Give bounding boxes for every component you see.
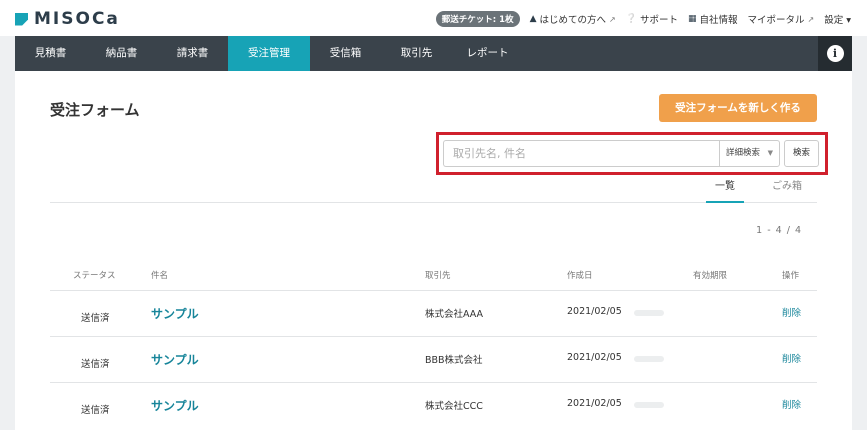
header-expiry: 有効期限 (693, 271, 728, 281)
company-info-link[interactable]: ▦ 自社情報 (688, 12, 738, 26)
delete-link[interactable]: 削除 (782, 305, 801, 319)
my-portal-link[interactable]: マイポータル ↗ (747, 12, 815, 27)
page-title: 受注フォーム (50, 101, 140, 119)
redacted-time (634, 356, 664, 362)
external-link-icon: ↗ (807, 14, 815, 24)
header-status: ステータス (73, 271, 116, 281)
building-icon: ▦ (687, 14, 697, 24)
header-client: 取引先 (425, 271, 451, 281)
tab-trash[interactable]: ごみ箱 (766, 176, 808, 203)
settings-menu[interactable]: 設定 ▾ (824, 12, 851, 26)
nav-reports[interactable]: レポート (452, 36, 523, 71)
detail-search-label: 詳細検索 (726, 148, 761, 158)
subject-link[interactable]: サンプル (151, 351, 199, 368)
info-button[interactable]: i (818, 36, 852, 71)
main-nav: 見積書 納品書 請求書 受注管理 受信箱 取引先 レポート i (15, 36, 852, 71)
pagination-count: 1 - 4 / 4 (756, 225, 802, 236)
settings-menu-label: 設定 ▾ (824, 15, 851, 26)
logo-mark-icon (15, 12, 28, 26)
question-icon: ❔ (625, 14, 637, 24)
header-actions: 操作 (782, 271, 800, 281)
header-subject: 件名 (151, 271, 169, 281)
status-text: 送信済 (81, 359, 110, 370)
subject-link[interactable]: サンプル (151, 305, 199, 322)
client-name: 株式会社CCC (425, 401, 483, 412)
beginners-link-label: はじめての方へ (539, 15, 607, 26)
support-link[interactable]: ❔ サポート (626, 12, 678, 26)
table-row: 送信済 サンプル 株式会社CCC 2021/02/05 削除 (50, 382, 817, 428)
top-bar: MISOCa 郵送チケット: 1枚 ▲ はじめての方へ ↗ ❔ サポート ▦ 自… (0, 0, 867, 36)
main-panel: 受注フォーム 受注フォームを新しく作る 取引先名, 件名 詳細検索 ▼ 検索 一… (15, 71, 852, 430)
logo-text: MISOCa (34, 9, 120, 29)
created-date: 2021/02/05 (567, 352, 622, 363)
created-date: 2021/02/05 (567, 306, 622, 317)
header-created: 作成日 (567, 271, 593, 281)
nav-clients[interactable]: 取引先 (381, 36, 452, 71)
detail-search-dropdown[interactable]: 詳細検索 ▼ (719, 140, 780, 167)
nav-estimates[interactable]: 見積書 (15, 36, 86, 71)
delete-link[interactable]: 削除 (782, 397, 801, 411)
delete-link[interactable]: 削除 (782, 351, 801, 365)
nav-delivery-notes[interactable]: 納品書 (86, 36, 157, 71)
redacted-time (634, 402, 664, 408)
nav-order-management[interactable]: 受注管理 (228, 36, 310, 71)
status-text: 送信済 (81, 405, 110, 416)
table-row: 送信済 サンプル 株式会社AAA 2021/02/05 削除 (50, 290, 817, 336)
subject-link[interactable]: サンプル (151, 397, 199, 414)
list-tabs: 一覧 ごみ箱 (50, 176, 817, 203)
external-link-icon: ↗ (609, 14, 616, 24)
chevron-down-icon: ▼ (767, 149, 773, 157)
nav-invoices[interactable]: 請求書 (157, 36, 228, 71)
info-icon: i (826, 45, 844, 62)
beginners-link[interactable]: ▲ はじめての方へ ↗ (530, 12, 616, 26)
mail-ticket-badge[interactable]: 郵送チケット: 1枚 (435, 11, 520, 27)
nav-inbox[interactable]: 受信箱 (310, 36, 381, 71)
company-info-link-label: 自社情報 (699, 15, 738, 26)
client-name: 株式会社AAA (425, 309, 484, 320)
my-portal-link-label: マイポータル (747, 15, 805, 26)
new-order-form-button[interactable]: 受注フォームを新しく作る (659, 94, 817, 122)
book-icon: ▲ (529, 14, 537, 24)
table-row: 送信済 サンプル BBB株式会社 2021/02/05 削除 (50, 336, 817, 382)
support-link-label: サポート (639, 15, 678, 26)
top-links: 郵送チケット: 1枚 ▲ はじめての方へ ↗ ❔ サポート ▦ 自社情報 マイポ… (435, 11, 851, 27)
status-text: 送信済 (81, 313, 110, 324)
search-input[interactable]: 取引先名, 件名 (443, 140, 719, 167)
redacted-time (634, 310, 664, 316)
search-button[interactable]: 検索 (784, 140, 819, 167)
tab-list[interactable]: 一覧 (706, 176, 744, 203)
client-name: BBB株式会社 (425, 355, 483, 366)
created-date: 2021/02/05 (567, 398, 622, 409)
misoca-logo[interactable]: MISOCa (15, 9, 120, 29)
